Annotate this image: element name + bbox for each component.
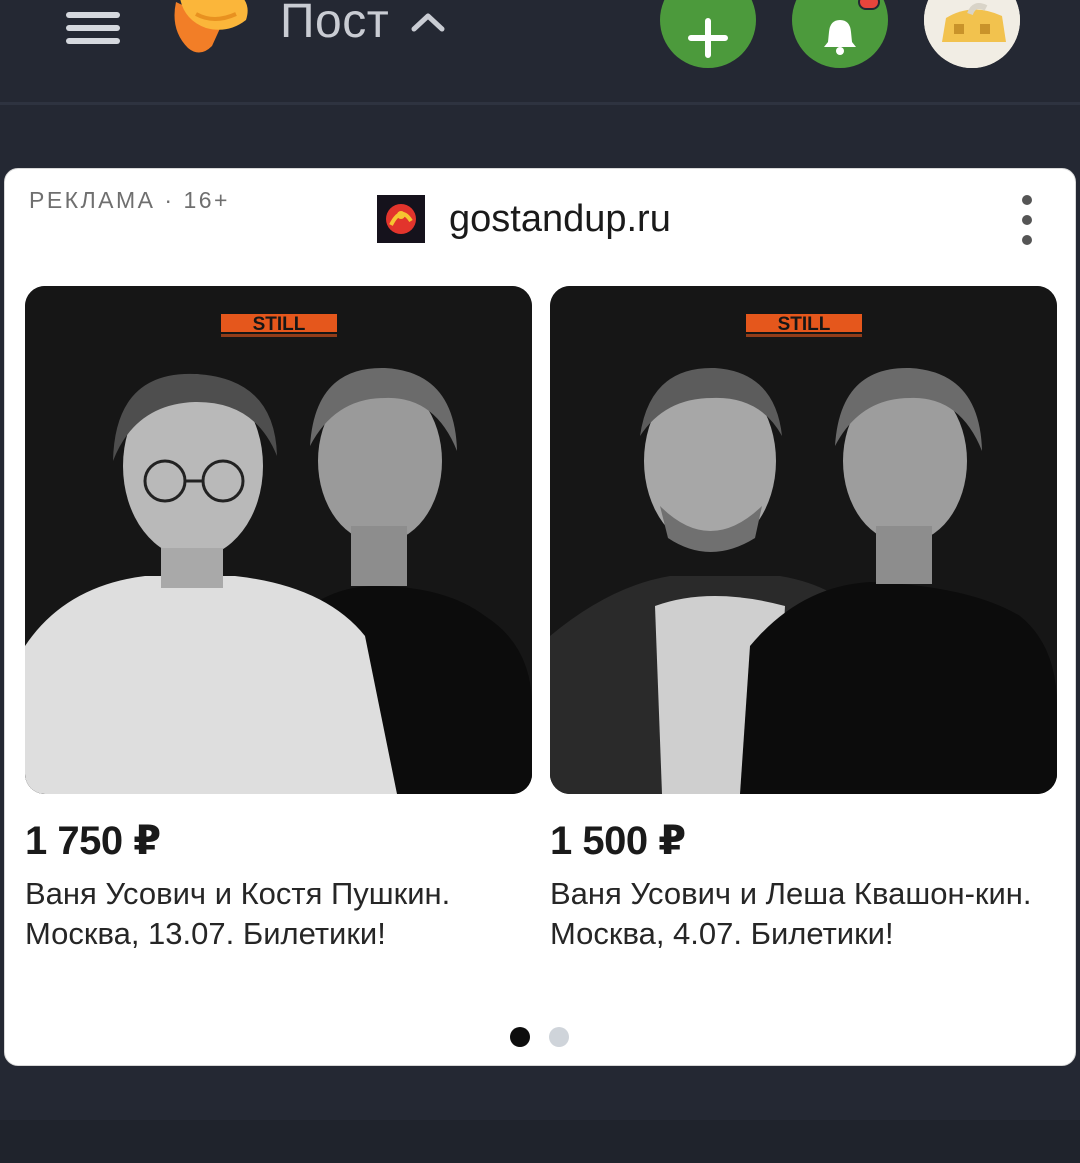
more-options-icon[interactable] [1013, 195, 1041, 247]
notifications-button[interactable] [792, 0, 888, 68]
carousel-pager [510, 1027, 588, 1047]
chevron-up-icon [411, 13, 445, 31]
product-card[interactable]: STILL 1 750 ₽ Ваня Усович и Костя Пушкин… [25, 286, 532, 954]
product-image: STILL [25, 286, 532, 794]
product-description: Ваня Усович и Костя Пушкин. Москва, 13.0… [25, 876, 451, 951]
brand-logo-text: STILL [778, 314, 831, 335]
pager-dot-1[interactable] [510, 1027, 530, 1047]
bell-icon [824, 20, 856, 55]
product-price: 1 750 ₽ [25, 819, 161, 863]
product-card[interactable]: STILL 1 500 ₽ Ваня Усович и Леша Квашон-… [550, 286, 1057, 954]
avatar-image [924, 0, 1020, 68]
product-image: STILL [550, 286, 1057, 794]
avatar[interactable] [924, 0, 1020, 68]
advertiser-domain: gostandup.ru [449, 197, 671, 240]
brand-logo-text: STILL [253, 314, 306, 335]
pager-dot-2[interactable] [549, 1027, 569, 1047]
gostandup-logo-icon [377, 195, 425, 243]
ad-card: РЕКЛАМА · 16+ gostandup.ru STILL 1 750 ₽… [4, 168, 1076, 1066]
product-description: Ваня Усович и Леша Квашон-кин. Москва, 4… [550, 876, 1032, 951]
page-title: Пост [280, 0, 390, 48]
app-logo-icon[interactable] [166, 0, 252, 56]
product-price: 1 500 ₽ [550, 819, 686, 863]
plus-icon [688, 18, 728, 58]
top-bar: Пост [0, 0, 1080, 105]
menu-icon[interactable] [66, 12, 122, 44]
advertiser-link[interactable]: gostandup.ru [377, 195, 671, 243]
next-feed-item [0, 1120, 1080, 1163]
add-button[interactable] [660, 0, 756, 68]
post-title-dropdown[interactable]: Пост [280, 0, 445, 49]
ad-label: РЕКЛАМА · 16+ [29, 187, 230, 213]
